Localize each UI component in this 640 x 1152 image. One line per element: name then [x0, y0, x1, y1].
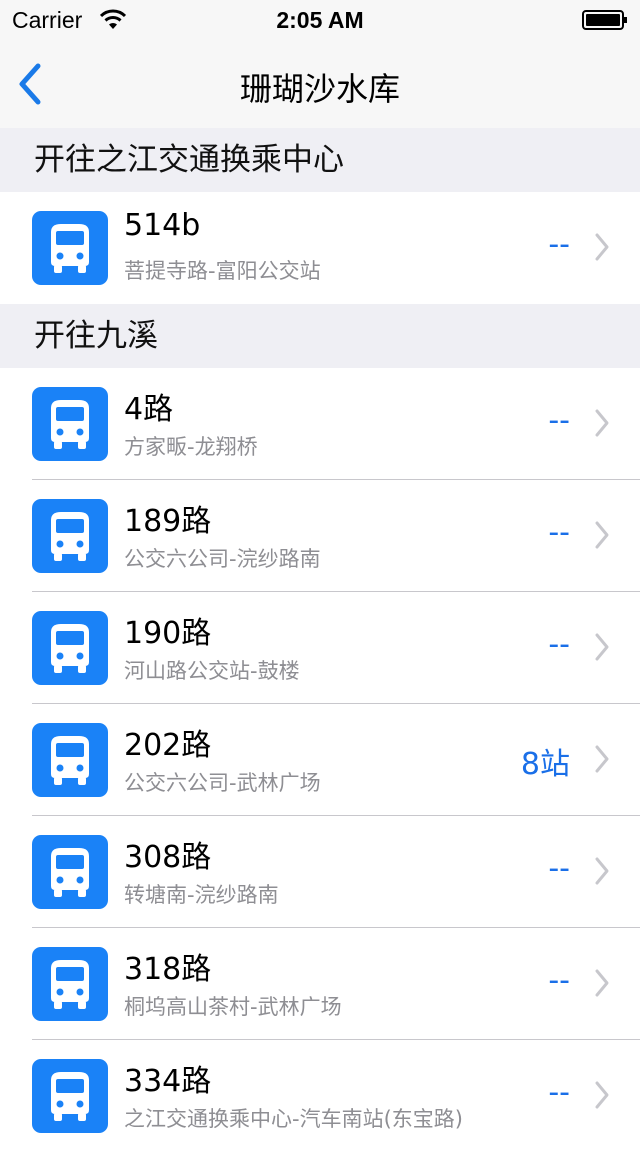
- bus-icon: [32, 499, 108, 573]
- bus-icon: [32, 835, 108, 909]
- chevron-right-icon: [594, 856, 610, 886]
- battery-icon: [582, 10, 627, 30]
- route-name: 308路: [124, 840, 212, 875]
- chevron-right-icon: [594, 1080, 610, 1110]
- route-endpoints: 桐坞高山茶村-武林广场: [124, 995, 342, 1019]
- chevron-right-icon: [594, 632, 610, 662]
- arrival-status: --: [548, 963, 570, 998]
- route-row[interactable]: 318路桐坞高山茶村-武林广场 --: [0, 928, 640, 1040]
- navigation-bar: 珊瑚沙水库: [0, 40, 640, 129]
- arrival-status: --: [548, 851, 570, 886]
- route-endpoints: 转塘南-浣纱路南: [124, 883, 279, 907]
- arrival-status: --: [548, 403, 570, 438]
- chevron-right-icon: [594, 408, 610, 438]
- bus-icon: [32, 611, 108, 685]
- route-row[interactable]: 4路方家畈-龙翔桥 --: [0, 368, 640, 480]
- bus-icon: [32, 723, 108, 797]
- chevron-right-icon: [594, 744, 610, 774]
- chevron-right-icon: [594, 968, 610, 998]
- route-name: 189路: [124, 504, 212, 539]
- chevron-right-icon: [594, 520, 610, 550]
- bus-icon: [32, 947, 108, 1021]
- section-header: 开往之江交通换乘中心: [0, 128, 640, 192]
- route-endpoints: 之江交通换乘中心-汽车南站(东宝路): [124, 1107, 463, 1131]
- route-row[interactable]: 308路转塘南-浣纱路南 --: [0, 816, 640, 928]
- route-endpoints: 公交六公司-浣纱路南: [124, 547, 321, 571]
- route-row[interactable]: 189路公交六公司-浣纱路南 --: [0, 480, 640, 592]
- route-row[interactable]: 334路之江交通换乘中心-汽车南站(东宝路) --: [0, 1040, 640, 1152]
- route-endpoints: 方家畈-龙翔桥: [124, 435, 258, 459]
- route-name: 334路: [124, 1064, 212, 1099]
- arrival-status: --: [548, 627, 570, 662]
- route-endpoints: 公交六公司-武林广场: [124, 771, 321, 795]
- chevron-right-icon: [594, 232, 610, 262]
- bus-icon: [32, 1059, 108, 1133]
- route-name: 4路: [124, 392, 174, 427]
- bus-icon: [32, 387, 108, 461]
- route-name: 514b: [124, 208, 201, 243]
- route-row[interactable]: 190路河山路公交站-鼓楼 --: [0, 592, 640, 704]
- route-row[interactable]: 514b 菩提寺路-富阳公交站 --: [0, 192, 640, 304]
- route-name: 202路: [124, 728, 212, 763]
- section-header: 开往九溪: [0, 304, 640, 368]
- page-title: 珊瑚沙水库: [239, 70, 400, 108]
- route-endpoints: 菩提寺路-富阳公交站: [124, 259, 321, 283]
- route-name: 318路: [124, 952, 212, 987]
- arrival-status: --: [548, 515, 570, 550]
- route-row[interactable]: 202路公交六公司-武林广场 8站: [0, 704, 640, 816]
- bus-icon: [32, 211, 108, 285]
- arrival-status: --: [548, 227, 570, 262]
- arrival-status: 8站: [520, 747, 570, 782]
- status-bar: Carrier 2:05 AM: [0, 0, 640, 40]
- clock: 2:05 AM: [276, 7, 364, 33]
- route-name: 190路: [124, 616, 212, 651]
- route-endpoints: 河山路公交站-鼓楼: [124, 659, 300, 683]
- arrival-status: --: [548, 1075, 570, 1110]
